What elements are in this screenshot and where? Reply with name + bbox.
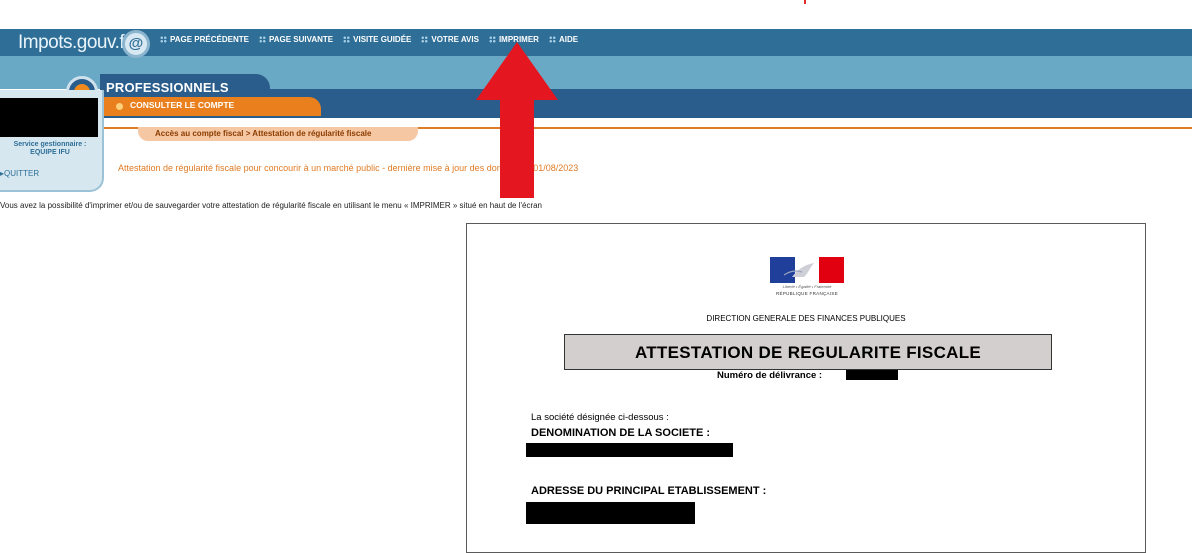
dots-bullet-icon: [421, 35, 429, 43]
section-title: PROFESSIONNELS: [106, 80, 229, 95]
breadcrumb: Accès au compte fiscal > Attestation de …: [155, 129, 372, 138]
dots-bullet-icon: [160, 35, 167, 43]
tab-consulter-compte-label: CONSULTER LE COMPTE: [130, 100, 235, 110]
delivery-number-label: Numéro de délivrance :: [717, 370, 823, 381]
redacted-denomination: [526, 443, 733, 457]
red-mark: [804, 0, 806, 4]
menu-item-tour[interactable]: VISITE GUIDÉE: [343, 32, 411, 46]
menu-item-feedback[interactable]: VOTRE AVIS: [421, 32, 479, 46]
quit-link[interactable]: ▸QUITTER: [0, 169, 39, 178]
logo-emblem-icon: @: [122, 30, 150, 58]
motto: Liberté • Égalité • Fraternité: [782, 284, 832, 289]
service-label: Service gestionnaire :: [13, 141, 87, 148]
redacted-delivery-number: [846, 370, 898, 380]
help-line: Vous avez la possibilité d'imprimer et/o…: [0, 201, 543, 210]
redacted-block: [0, 98, 98, 137]
dots-bullet-icon: [258, 35, 266, 43]
marianne-logo-icon: [770, 257, 844, 283]
address-label: ADRESSE DU PRINCIPAL ETABLISSEMENT :: [531, 485, 767, 497]
menu-item-next[interactable]: PAGE SUIVANTE: [258, 32, 333, 46]
document-title: ATTESTATION DE REGULARITE FISCALE: [634, 343, 982, 362]
service-name: EQUIPE IFU: [30, 149, 70, 156]
red-arrow-annotation: [476, 42, 558, 198]
tab-bullet-icon: [116, 103, 123, 110]
site-logo[interactable]: Impots.gouv.fr: [18, 32, 130, 54]
quit-label: QUITTER: [4, 169, 40, 178]
directorate: DIRECTION GENERALE DES FINANCES PUBLIQUE…: [706, 314, 906, 323]
redacted-address: [526, 502, 695, 524]
menu-item-previous[interactable]: PAGE PRÉCÉDENTE: [160, 32, 249, 46]
denomination-label: DENOMINATION DE LA SOCIETE :: [531, 427, 711, 439]
society-intro: La société désignée ci-dessous :: [531, 412, 669, 423]
republic-label: RÉPUBLIQUE FRANÇAISE: [775, 291, 838, 296]
dots-bullet-icon: [343, 35, 351, 43]
service-gestionnaire: Service gestionnaire : EQUIPE IFU: [2, 141, 98, 157]
